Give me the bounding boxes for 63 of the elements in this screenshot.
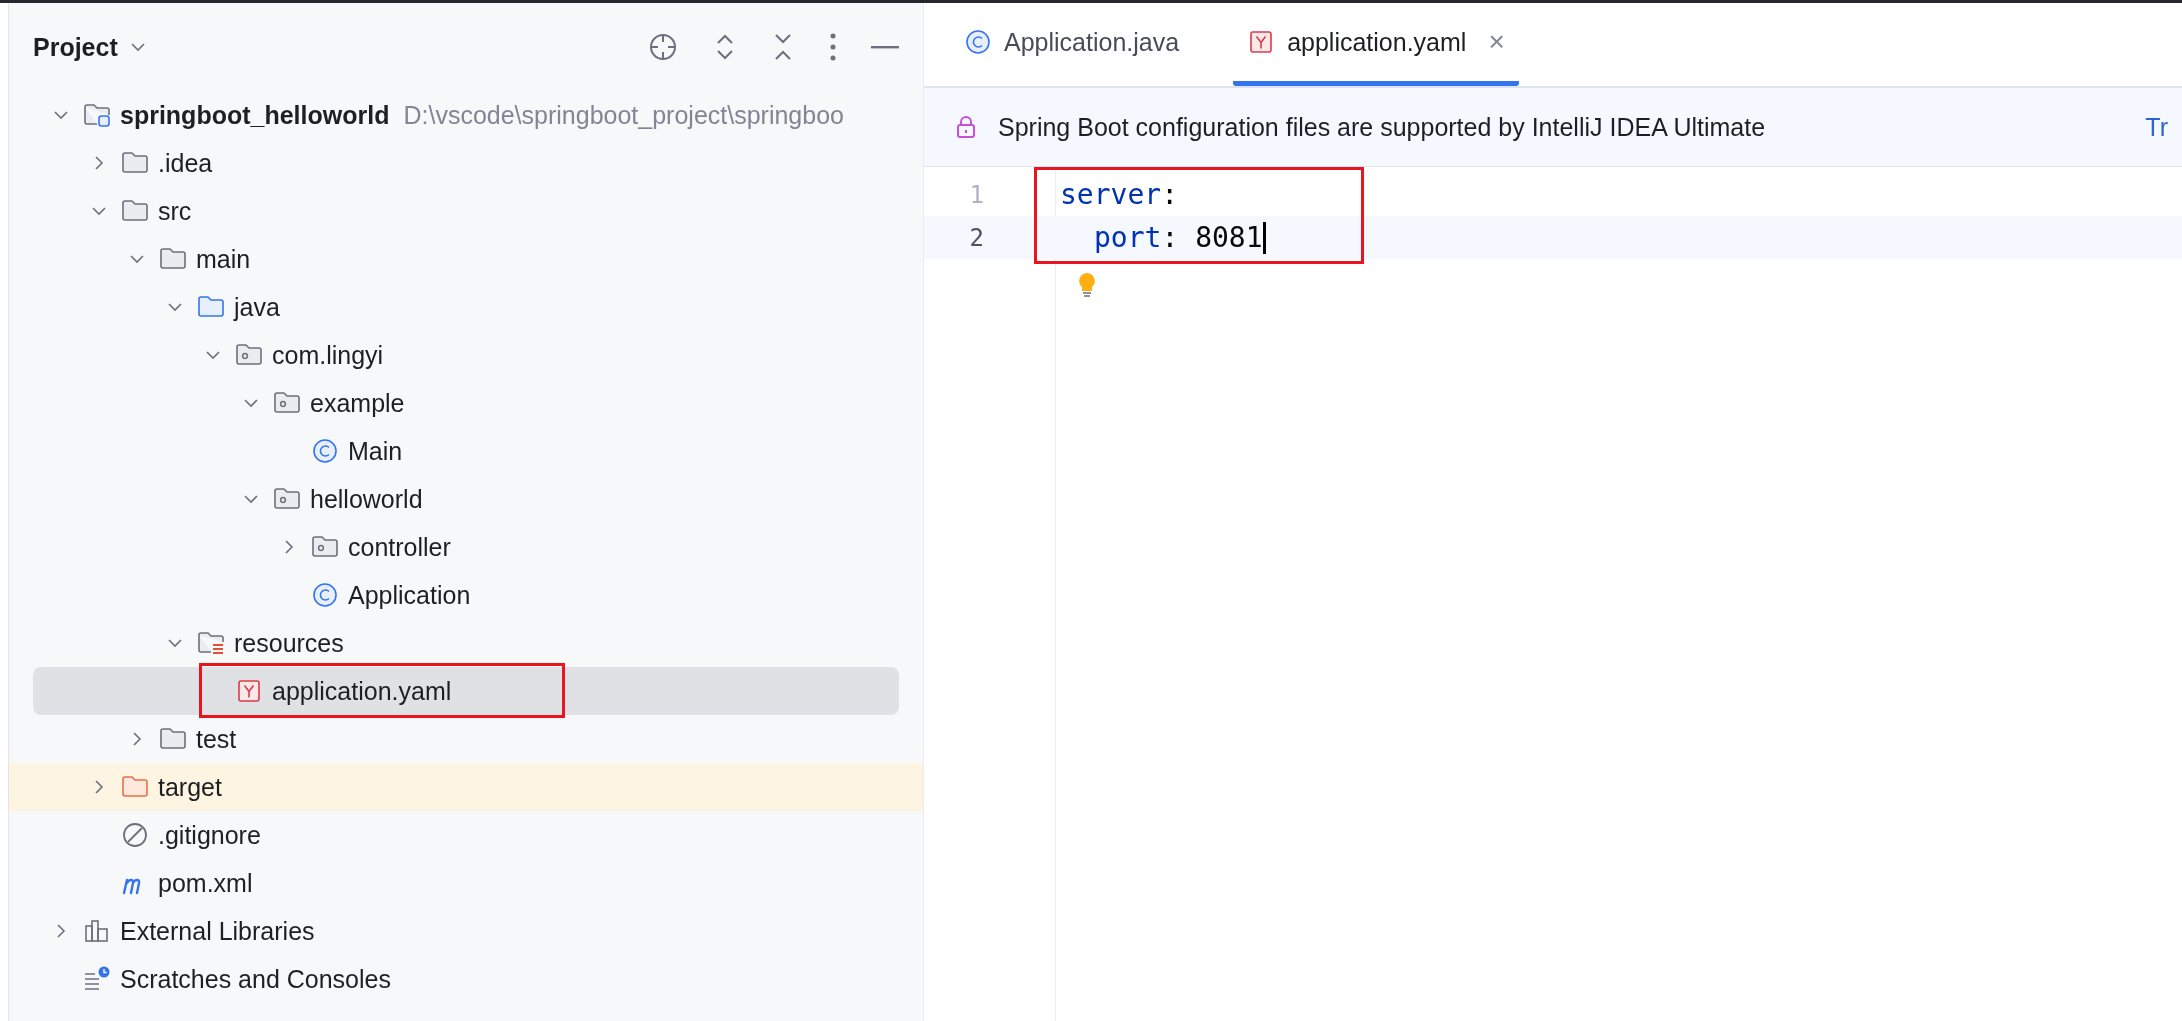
- item-label: Main: [348, 436, 403, 466]
- item-label: controller: [348, 532, 451, 562]
- panel-title[interactable]: Project: [33, 32, 118, 62]
- item-label: test: [196, 724, 237, 754]
- light-bulb-icon[interactable]: [1077, 271, 1097, 299]
- item-label: .idea: [158, 148, 213, 178]
- resources-folder-icon: [197, 629, 225, 657]
- item-label: java: [234, 292, 280, 322]
- code-line: port: 8081: [1060, 221, 1266, 254]
- tree-item[interactable]: .gitignore: [9, 811, 923, 859]
- item-label: Scratches and Consoles: [120, 964, 391, 994]
- tree-item[interactable]: resources: [9, 619, 923, 667]
- tree-item[interactable]: example: [9, 379, 923, 427]
- tree-item[interactable]: target: [9, 763, 923, 811]
- line-number: 2: [968, 223, 984, 252]
- item-label: Application: [348, 580, 471, 610]
- class-icon: [964, 28, 992, 56]
- ignore-file-icon: [121, 821, 149, 849]
- item-label: example: [310, 388, 405, 418]
- tree-item[interactable]: java: [9, 283, 923, 331]
- libraries-icon: [83, 917, 111, 945]
- item-label: External Libraries: [120, 916, 315, 946]
- tree-item[interactable]: test: [9, 715, 923, 763]
- tree-item[interactable]: .idea: [9, 139, 923, 187]
- class-icon: [311, 437, 339, 465]
- editor-tab[interactable]: Application.java: [950, 3, 1194, 86]
- tree-item[interactable]: helloworld: [9, 475, 923, 523]
- item-label: main: [196, 244, 251, 274]
- module-folder-icon: [83, 101, 111, 129]
- banner-message: Spring Boot configuration files are supported by IntelliJ IDEA Ultimate: [998, 112, 1767, 142]
- item-label: resources: [234, 628, 344, 658]
- close-icon[interactable]: ×: [1488, 26, 1505, 58]
- code-line: server:: [1060, 178, 1178, 211]
- tree-item[interactable]: External Libraries: [9, 907, 923, 955]
- tree-item[interactable]: controller: [9, 523, 923, 571]
- item-label: springboot_helloworld: [120, 100, 390, 130]
- tree-item[interactable]: com.lingyi: [9, 331, 923, 379]
- item-label: src: [158, 196, 192, 226]
- tree-item[interactable]: pom.xml: [9, 859, 923, 907]
- banner-link[interactable]: Tr: [2145, 112, 2168, 142]
- item-label: pom.xml: [158, 868, 253, 898]
- item-label: target: [158, 772, 222, 802]
- project-path: D:\vscode\springboot_project\springboo: [403, 100, 844, 130]
- tree-item[interactable]: springboot_helloworld D:\vscode\springboot_project\springboo: [9, 91, 923, 139]
- tree-item[interactable]: Application: [9, 571, 923, 619]
- scratches-icon: [83, 965, 111, 993]
- tree-item[interactable]: Scratches and Consoles: [9, 955, 923, 1003]
- chevron-down-icon[interactable]: [129, 42, 146, 52]
- yaml-file-icon: [235, 677, 263, 705]
- item-label: .gitignore: [158, 820, 261, 850]
- item-label: com.lingyi: [272, 340, 384, 370]
- text-cursor: [1262, 221, 1266, 254]
- lock-icon: [956, 115, 976, 139]
- tree-item[interactable]: Main: [9, 427, 923, 475]
- class-icon: [311, 581, 339, 609]
- item-label: application.yaml: [272, 676, 452, 706]
- tree-item[interactable]: src: [9, 187, 923, 235]
- line-number: 1: [968, 180, 984, 209]
- item-label: helloworld: [310, 484, 423, 514]
- minimize-icon[interactable]: [871, 45, 899, 49]
- locate-icon[interactable]: [647, 31, 679, 63]
- more-icon[interactable]: [829, 32, 837, 62]
- tree-item[interactable]: main: [9, 235, 923, 283]
